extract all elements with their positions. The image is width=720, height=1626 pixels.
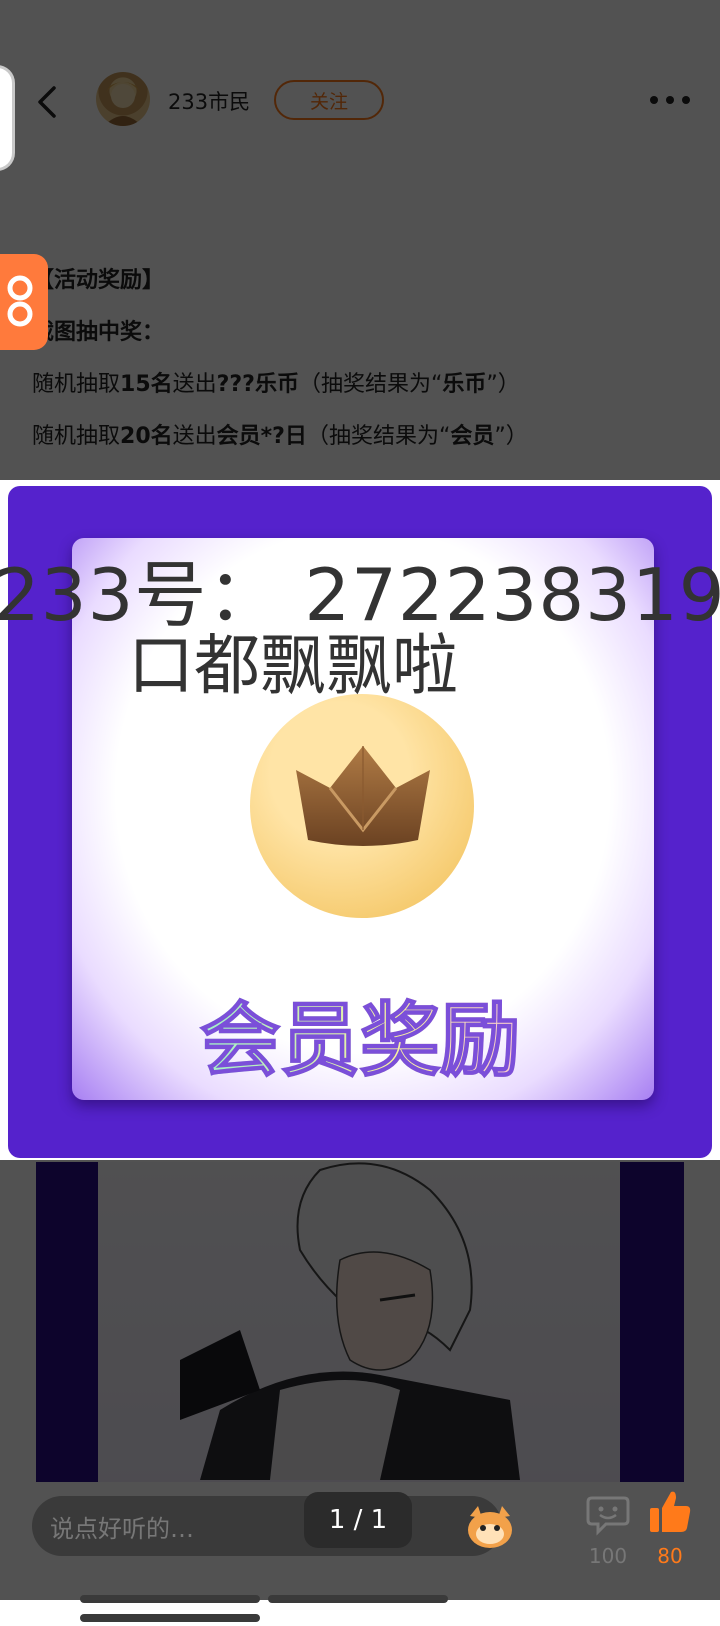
- comment-count: 100: [588, 1544, 628, 1568]
- username[interactable]: 233市民: [168, 86, 250, 116]
- post-line-subtitle: 截图抽中奖：: [32, 320, 165, 345]
- comment-icon: [586, 1496, 630, 1536]
- text: 20名: [120, 424, 173, 449]
- text: （抽奖结果为“: [298, 372, 443, 397]
- bottom-action-bar: 说点好听的… 1 / 1 100 80: [0, 1480, 720, 1622]
- like-count: 80: [657, 1544, 683, 1568]
- crown-icon: [296, 746, 430, 846]
- back-button[interactable]: [28, 82, 68, 122]
- text: 乐币: [442, 372, 487, 397]
- character-illustration: [180, 1162, 520, 1480]
- app-logo-icon: [7, 275, 33, 327]
- thumbs-up-icon: [650, 1491, 691, 1532]
- overlay-caption: 口都飘飘啦: [128, 627, 458, 704]
- text: 会员*?日: [216, 424, 307, 449]
- post-detail-page: 233市民 关注 【活动奖励】 截图抽中奖： 随机抽取15名送出???乐币（抽奖…: [0, 0, 720, 1622]
- more-dots-icon: [650, 96, 690, 104]
- chevron-left-icon: [38, 86, 56, 118]
- reward-title: 会员奖励: [0, 976, 720, 1092]
- follow-button[interactable]: 关注: [274, 80, 384, 120]
- side-panel-handle[interactable]: [0, 65, 15, 171]
- mascot-emoji-icon[interactable]: [464, 1504, 516, 1550]
- avatar[interactable]: [96, 72, 150, 126]
- post-header: 233市民 关注: [0, 60, 720, 140]
- comment-input[interactable]: 说点好听的…: [32, 1496, 502, 1556]
- text: 送出: [172, 372, 217, 397]
- text: ???乐币: [216, 372, 299, 397]
- comment-button[interactable]: 100: [578, 1484, 638, 1574]
- floating-app-button[interactable]: [0, 254, 48, 350]
- text: 送出: [172, 424, 217, 449]
- text: 随机抽取: [32, 424, 121, 449]
- avatar-image: [104, 82, 142, 126]
- text: 会员: [450, 424, 495, 449]
- system-nav-strip: [80, 1588, 640, 1622]
- text: ”）: [494, 424, 528, 449]
- like-button[interactable]: 80: [640, 1484, 700, 1574]
- text: ”）: [486, 372, 520, 397]
- post-line-membership: 随机抽取20名送出会员*?日（抽奖结果为“会员”）: [32, 418, 528, 450]
- page-indicator: 1 / 1: [304, 1492, 412, 1548]
- text: 随机抽取: [32, 372, 121, 397]
- text: 15名: [120, 372, 173, 397]
- post-line-section-title: 【活动奖励】: [32, 268, 165, 293]
- text: （抽奖结果为“: [306, 424, 451, 449]
- more-button[interactable]: [648, 88, 692, 112]
- post-line-coins: 随机抽取15名送出???乐币（抽奖结果为“乐币”）: [32, 366, 520, 398]
